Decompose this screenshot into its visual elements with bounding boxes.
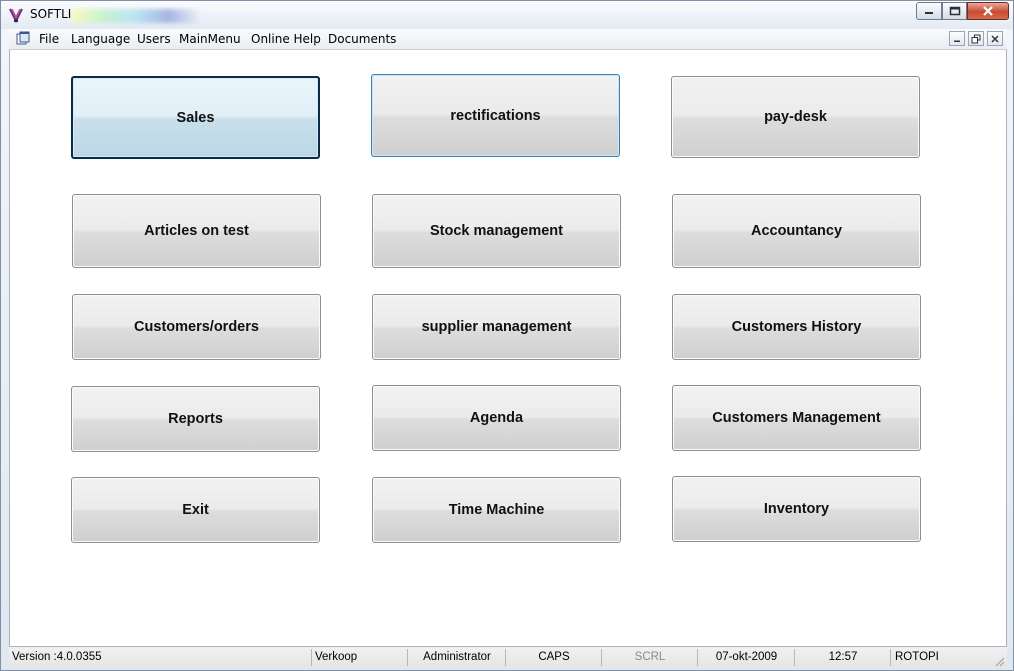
menu-bar: File Language Users MainMenu Online Help…: [9, 29, 1007, 50]
window-title: SOFTLI: [30, 7, 72, 21]
mdi-document-icon[interactable]: [15, 31, 31, 47]
minimize-icon: [954, 40, 960, 42]
reports-button[interactable]: Reports: [71, 386, 320, 452]
mdi-close-button[interactable]: [987, 31, 1003, 46]
menu-users[interactable]: Users: [137, 32, 171, 46]
accountancy-button[interactable]: Accountancy: [672, 194, 921, 268]
status-module: Verkoop: [313, 649, 408, 666]
menu-mainmenu[interactable]: MainMenu: [179, 32, 241, 46]
status-version: Version :4.0.0355: [12, 649, 312, 666]
pay-desk-button[interactable]: pay-desk: [671, 76, 920, 158]
menu-language[interactable]: Language: [71, 32, 130, 46]
status-machine: ROTOPI: [895, 651, 939, 663]
articles-on-test-button[interactable]: Articles on test: [72, 194, 321, 268]
restore-icon: [971, 34, 981, 43]
app-window: SOFTLI File Language Users MainMenu Onli…: [0, 0, 1014, 671]
title-glow-decoration: [71, 9, 201, 23]
supplier-management-button[interactable]: supplier management: [372, 294, 621, 360]
minimize-icon: [925, 12, 933, 14]
menu-file[interactable]: File: [39, 32, 59, 46]
status-date: 07-okt-2009: [699, 649, 795, 666]
customers-history-button[interactable]: Customers History: [672, 294, 921, 360]
exit-button[interactable]: Exit: [71, 477, 320, 543]
inventory-button[interactable]: Inventory: [672, 476, 921, 542]
agenda-button[interactable]: Agenda: [372, 385, 621, 451]
main-menu-panel: Sales rectifications pay-desk Articles o…: [9, 50, 1007, 646]
maximize-button[interactable]: [942, 2, 967, 20]
status-user: Administrator: [409, 649, 506, 666]
status-caps: CAPS: [507, 649, 602, 666]
mdi-restore-button[interactable]: [968, 31, 984, 46]
title-bar[interactable]: SOFTLI: [1, 1, 1013, 29]
status-bar: Version :4.0.0355 Verkoop Administrator …: [9, 646, 1007, 669]
status-scrl: SCRL: [603, 649, 698, 666]
close-button[interactable]: [967, 2, 1009, 20]
minimize-button[interactable]: [916, 2, 942, 20]
menu-online-help[interactable]: Online Help: [251, 32, 321, 46]
softli-logo-icon[interactable]: [8, 7, 24, 23]
close-icon: [983, 6, 993, 16]
stock-management-button[interactable]: Stock management: [372, 194, 621, 268]
close-icon: [991, 34, 999, 43]
rectifications-button[interactable]: rectifications: [371, 74, 620, 157]
status-time: 12:57: [796, 649, 891, 666]
customers-orders-button[interactable]: Customers/orders: [72, 294, 321, 360]
maximize-icon: [949, 6, 960, 16]
resize-grip-icon[interactable]: [993, 655, 1005, 667]
sales-button[interactable]: Sales: [71, 76, 320, 159]
customers-management-button[interactable]: Customers Management: [672, 385, 921, 451]
menu-documents[interactable]: Documents: [328, 32, 396, 46]
time-machine-button[interactable]: Time Machine: [372, 477, 621, 543]
mdi-minimize-button[interactable]: [949, 31, 965, 46]
